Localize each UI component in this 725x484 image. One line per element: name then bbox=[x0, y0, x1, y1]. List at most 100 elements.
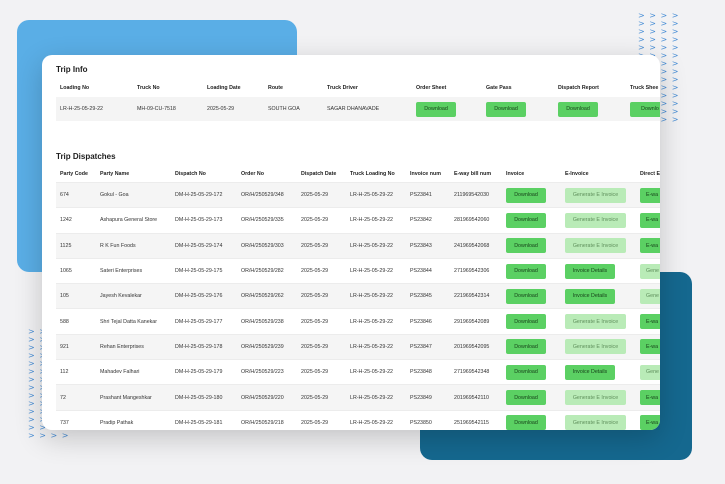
generate-einvoice-button[interactable]: Generate E Invoice bbox=[565, 415, 626, 430]
order-sheet-download-button[interactable]: Download bbox=[416, 101, 456, 117]
invoice-download-button[interactable]: Download bbox=[506, 314, 546, 330]
column-header: Truck Driver bbox=[327, 85, 358, 91]
direct-generate-button[interactable]: Gene bbox=[640, 288, 660, 304]
eway-bill-num-cell: 211969542030 bbox=[450, 182, 502, 208]
order-no-cell: OR/H/250529/220 bbox=[237, 384, 297, 410]
column-header: Truck No bbox=[137, 85, 160, 91]
trip-info-title: Trip Info bbox=[56, 65, 88, 74]
invoice-download-button[interactable]: Download bbox=[506, 288, 546, 304]
generate-einvoice-button[interactable]: Generate E Invoice bbox=[565, 238, 626, 254]
order-no-cell: OR/H/250529/335 bbox=[237, 207, 297, 232]
eway-bill-num-cell: 201969542110 bbox=[450, 384, 502, 410]
direct-generate-button[interactable]: Gene bbox=[640, 263, 660, 279]
invoice-cell: Download bbox=[502, 283, 561, 309]
dispatch-date-cell: 2025-05-29 bbox=[297, 409, 346, 430]
eway-bill-num-cell: 201969542095 bbox=[450, 333, 502, 360]
column-header: E-Invoice bbox=[565, 170, 589, 177]
party-code-cell: 588 bbox=[56, 308, 96, 333]
generate-einvoice-button[interactable]: Generate E Invoice bbox=[565, 187, 626, 203]
eway-bill-num-cell: 291969542089 bbox=[450, 308, 502, 333]
truck-driver-cell: SAGAR DHANAVADE bbox=[323, 97, 412, 121]
direct-eway-button[interactable]: E-wa bbox=[640, 187, 660, 203]
invoice-cell: Download bbox=[502, 333, 561, 360]
invoice-download-button[interactable]: Download bbox=[506, 238, 546, 254]
generate-einvoice-button[interactable]: Generate E Invoice bbox=[565, 390, 626, 406]
column-header: Gate Pass bbox=[486, 85, 512, 91]
direct-eway-button[interactable]: E-wa bbox=[640, 212, 660, 228]
invoice-details-button[interactable]: Invoice Details bbox=[565, 288, 615, 304]
dispatch-date-cell: 2025-05-29 bbox=[297, 359, 346, 384]
invoice-details-button[interactable]: Invoice Details bbox=[565, 263, 615, 279]
party-name-cell: Rehan Enterprises bbox=[96, 333, 171, 360]
party-name-cell: Sateri Enterprises bbox=[96, 257, 171, 283]
direct-eway-button[interactable]: E-wa bbox=[640, 415, 660, 430]
column-header: Dispatch Report bbox=[558, 85, 599, 91]
column-header: Party Name bbox=[100, 170, 130, 177]
einvoice-cell: Generate E Invoice bbox=[561, 207, 636, 232]
invoice-details-button[interactable]: Invoice Details bbox=[565, 364, 615, 380]
invoice-cell: Download bbox=[502, 384, 561, 410]
route-cell: SOUTH GOA bbox=[264, 97, 323, 121]
party-name-cell: Mahadev Falhari bbox=[96, 359, 171, 384]
column-header: Invoice bbox=[506, 170, 525, 177]
dispatch-date-cell: 2025-05-29 bbox=[297, 257, 346, 283]
invoice-num-cell: PS23844 bbox=[406, 257, 450, 283]
direct-eway-button[interactable]: E-wa bbox=[640, 339, 660, 355]
gate-pass-download-button[interactable]: Download bbox=[486, 101, 526, 117]
truck-loading-no-cell: LR-H-25-05-29-22 bbox=[346, 207, 406, 232]
trip-dispatches-table: Party Code Party Name Dispatch No Order … bbox=[56, 165, 660, 430]
invoice-cell: Download bbox=[502, 232, 561, 258]
direct-eway-cell: E-wa bbox=[636, 232, 660, 258]
generate-einvoice-button[interactable]: Generate E Invoice bbox=[565, 212, 626, 228]
column-header: Route bbox=[268, 85, 284, 91]
direct-eway-button[interactable]: E-wa bbox=[640, 238, 660, 254]
invoice-download-button[interactable]: Download bbox=[506, 415, 546, 430]
invoice-cell: Download bbox=[502, 207, 561, 232]
invoice-download-button[interactable]: Download bbox=[506, 263, 546, 279]
gate-pass-cell: Download bbox=[482, 97, 554, 121]
dispatch-report-cell: Download bbox=[554, 97, 626, 121]
truck-loading-no-cell: LR-H-25-05-29-22 bbox=[346, 384, 406, 410]
column-header: Party Code bbox=[60, 170, 88, 177]
dispatch-no-cell: DM-H-25-05-29-173 bbox=[171, 207, 237, 232]
direct-eway-cell: E-wa bbox=[636, 207, 660, 232]
dispatch-no-cell: DM-H-25-05-29-178 bbox=[171, 333, 237, 360]
dispatch-date-cell: 2025-05-29 bbox=[297, 232, 346, 258]
invoice-num-cell: PS23845 bbox=[406, 283, 450, 309]
order-no-cell: OR/H/250529/218 bbox=[237, 409, 297, 430]
truck-loading-no-cell: LR-H-25-05-29-22 bbox=[346, 308, 406, 333]
dispatch-no-cell: DM-H-25-05-29-176 bbox=[171, 283, 237, 309]
generate-einvoice-button[interactable]: Generate E Invoice bbox=[565, 314, 626, 330]
party-code-cell: 674 bbox=[56, 182, 96, 208]
invoice-num-cell: PS23843 bbox=[406, 232, 450, 258]
einvoice-cell: Generate E Invoice bbox=[561, 308, 636, 333]
dispatch-date-cell: 2025-05-29 bbox=[297, 308, 346, 333]
truck-sheet-download-button[interactable]: Downlo bbox=[630, 101, 660, 117]
invoice-download-button[interactable]: Download bbox=[506, 390, 546, 406]
column-header: Loading Date bbox=[207, 85, 241, 91]
direct-generate-button[interactable]: Gene bbox=[640, 364, 660, 380]
truck-loading-no-cell: LR-H-25-05-29-22 bbox=[346, 283, 406, 309]
order-no-cell: OR/H/250529/239 bbox=[237, 333, 297, 360]
dispatch-no-cell: DM-H-25-05-29-174 bbox=[171, 232, 237, 258]
dispatch-report-download-button[interactable]: Download bbox=[558, 101, 598, 117]
direct-eway-cell: E-wa bbox=[636, 409, 660, 430]
dispatch-no-cell: DM-H-25-05-29-175 bbox=[171, 257, 237, 283]
invoice-download-button[interactable]: Download bbox=[506, 364, 546, 380]
dispatch-no-cell: DM-H-25-05-29-172 bbox=[171, 182, 237, 208]
invoice-download-button[interactable]: Download bbox=[506, 339, 546, 355]
invoice-download-button[interactable]: Download bbox=[506, 212, 546, 228]
column-header: Loading No bbox=[60, 85, 90, 91]
generate-einvoice-button[interactable]: Generate E Invoice bbox=[565, 339, 626, 355]
column-header: E-way bill num bbox=[454, 170, 492, 177]
direct-eway-button[interactable]: E-wa bbox=[640, 390, 660, 406]
order-no-cell: OR/H/250529/238 bbox=[237, 308, 297, 333]
invoice-cell: Download bbox=[502, 359, 561, 384]
invoice-num-cell: PS23849 bbox=[406, 384, 450, 410]
einvoice-cell: Invoice Details bbox=[561, 359, 636, 384]
invoice-download-button[interactable]: Download bbox=[506, 187, 546, 203]
direct-eway-button[interactable]: E-wa bbox=[640, 314, 660, 330]
direct-eway-cell: E-wa bbox=[636, 384, 660, 410]
dispatch-no-cell: DM-H-25-05-29-177 bbox=[171, 308, 237, 333]
einvoice-cell: Generate E Invoice bbox=[561, 333, 636, 360]
